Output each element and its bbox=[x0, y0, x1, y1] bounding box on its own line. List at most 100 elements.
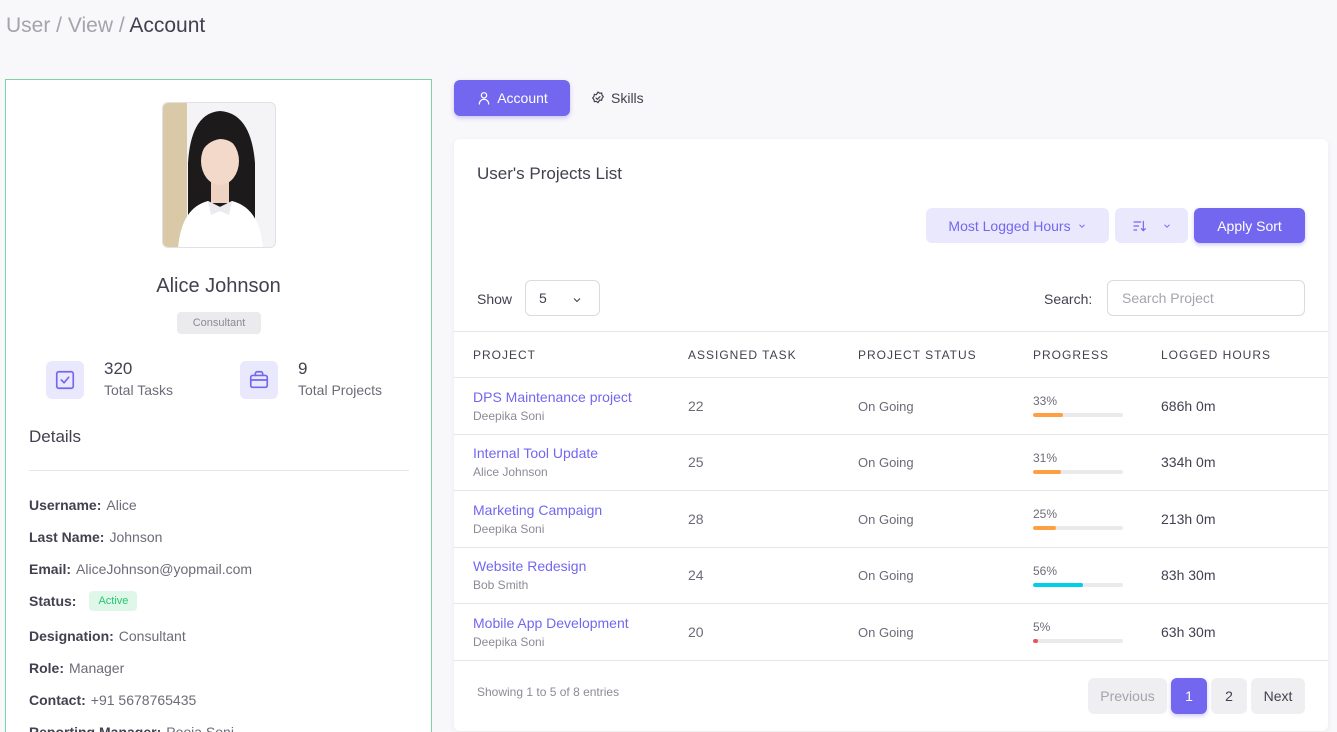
detail-key: Email: bbox=[29, 561, 72, 577]
pagination-next[interactable]: Next bbox=[1251, 678, 1305, 714]
col-progress[interactable]: PROGRESS bbox=[1033, 331, 1161, 378]
detail-key: Role: bbox=[29, 660, 64, 676]
role-badge: Consultant bbox=[177, 312, 261, 334]
projects-title: User's Projects List bbox=[477, 164, 622, 183]
search-input[interactable] bbox=[1107, 280, 1305, 316]
progress-bar bbox=[1033, 582, 1123, 587]
progress-percent: 25% bbox=[1033, 507, 1058, 522]
detail-key: Reporting Manager: bbox=[29, 724, 162, 732]
assigned-task-cell: 22 bbox=[688, 377, 858, 435]
user-name: Alice Johnson bbox=[156, 275, 281, 297]
detail-value: Johnson bbox=[109, 529, 163, 545]
logged-hours: 63h 30m bbox=[1161, 623, 1216, 640]
progress-percent: 31% bbox=[1033, 450, 1058, 465]
project-cell: Marketing Campaign Deepika Soni bbox=[454, 490, 688, 548]
project-status: On Going bbox=[858, 568, 914, 584]
status-cell: On Going bbox=[858, 547, 1033, 604]
progress-percent: 56% bbox=[1033, 563, 1058, 578]
pagination-page-2[interactable]: 2 bbox=[1211, 678, 1247, 714]
pagination-previous[interactable]: Previous bbox=[1088, 678, 1167, 714]
avatar-image bbox=[163, 103, 275, 247]
tab-account[interactable]: Account bbox=[454, 80, 570, 116]
project-name-link[interactable]: Marketing Campaign bbox=[473, 502, 688, 518]
detail-key: Contact: bbox=[29, 692, 86, 708]
logged-hours-cell: 63h 30m bbox=[1161, 603, 1328, 661]
project-cell: Internal Tool Update Alice Johnson bbox=[454, 434, 688, 491]
project-name-link[interactable]: DPS Maintenance project bbox=[473, 389, 688, 405]
project-owner: Deepika Soni bbox=[473, 634, 545, 649]
show-label: Show bbox=[477, 291, 513, 307]
project-cell: Website Redesign Bob Smith bbox=[454, 547, 688, 604]
project-status: On Going bbox=[858, 455, 914, 471]
apply-sort-button[interactable]: Apply Sort bbox=[1194, 208, 1305, 243]
chevron-down-icon bbox=[1078, 223, 1085, 228]
detail-username: Username: Alice bbox=[29, 497, 137, 513]
sort-direction-dropdown[interactable] bbox=[1115, 208, 1188, 243]
page-size-value: 5 bbox=[539, 290, 547, 306]
logged-hours-cell: 334h 0m bbox=[1161, 434, 1328, 491]
progress-cell: 56% bbox=[1033, 547, 1161, 604]
total-tasks-value: 320 bbox=[104, 359, 133, 378]
project-status: On Going bbox=[858, 624, 914, 640]
logged-hours: 83h 30m bbox=[1161, 567, 1216, 584]
col-assigned-task[interactable]: ASSIGNED TASK bbox=[688, 331, 858, 378]
assigned-task-cell: 20 bbox=[688, 603, 858, 661]
progress-cell: 25% bbox=[1033, 490, 1161, 548]
project-cell: Mobile App Development Deepika Soni bbox=[454, 603, 688, 661]
chevron-down-icon bbox=[1163, 223, 1170, 228]
details-divider bbox=[29, 470, 409, 471]
progress-bar bbox=[1033, 526, 1123, 531]
table-row: Marketing Campaign Deepika Soni 28 On Going… bbox=[454, 490, 1328, 548]
user-profile-card: Alice Johnson Consultant 320 Total Tasks… bbox=[5, 79, 432, 732]
status-cell: On Going bbox=[858, 603, 1033, 661]
detail-value: Consultant bbox=[118, 628, 186, 644]
pagination-page-1[interactable]: 1 bbox=[1171, 678, 1207, 714]
detail-value: AliceJohnson@yopmail.com bbox=[76, 561, 253, 577]
progress-fill bbox=[1033, 469, 1061, 474]
project-cell: DPS Maintenance project Deepika Soni bbox=[454, 377, 688, 435]
progress-bar bbox=[1033, 469, 1123, 474]
avatar bbox=[162, 102, 276, 248]
detail-contact: Contact: +91 5678765435 bbox=[29, 692, 196, 708]
tab-skills[interactable]: Skills bbox=[590, 80, 644, 116]
badge-icon bbox=[592, 91, 604, 104]
chevron-down-icon bbox=[573, 298, 581, 303]
entries-info: Showing 1 to 5 of 8 entries bbox=[477, 685, 620, 699]
logged-hours-cell: 83h 30m bbox=[1161, 547, 1328, 604]
detail-value: Alice bbox=[106, 497, 137, 513]
progress-percent: 5% bbox=[1033, 620, 1051, 635]
assigned-task-cell: 24 bbox=[688, 547, 858, 604]
breadcrumb-current: Account bbox=[129, 14, 206, 37]
project-owner: Deepika Soni bbox=[473, 521, 545, 536]
detail-designation: Designation: Consultant bbox=[29, 628, 186, 644]
project-name-link[interactable]: Internal Tool Update bbox=[473, 445, 688, 461]
projects-table: PROJECT ASSIGNED TASK PROJECT STATUS PRO… bbox=[454, 331, 1328, 661]
logged-hours-cell: 213h 0m bbox=[1161, 490, 1328, 548]
col-project-status[interactable]: PROJECT STATUS bbox=[858, 331, 1033, 378]
progress-fill bbox=[1033, 413, 1063, 418]
tab-skills-label: Skills bbox=[611, 90, 644, 106]
project-name-link[interactable]: Website Redesign bbox=[473, 558, 688, 574]
project-owner: Deepika Soni bbox=[473, 408, 545, 423]
breadcrumb-path: User / View / bbox=[6, 14, 130, 37]
project-status: On Going bbox=[858, 398, 914, 414]
project-status: On Going bbox=[858, 511, 914, 527]
status-badge: Active bbox=[89, 591, 138, 611]
logged-hours-cell: 686h 0m bbox=[1161, 377, 1328, 435]
detail-value: +91 5678765435 bbox=[90, 692, 197, 708]
project-owner: Bob Smith bbox=[473, 578, 529, 593]
user-icon bbox=[478, 92, 490, 105]
logged-hours: 686h 0m bbox=[1161, 397, 1216, 414]
status-cell: On Going bbox=[858, 434, 1033, 491]
progress-cell: 31% bbox=[1033, 434, 1161, 491]
progress-cell: 5% bbox=[1033, 603, 1161, 661]
page-size-select[interactable]: 5 bbox=[525, 280, 600, 316]
col-logged-hours[interactable]: LOGGED HOURS bbox=[1161, 331, 1328, 378]
detail-last-name: Last Name: Johnson bbox=[29, 529, 162, 545]
sort-field-dropdown[interactable]: Most Logged Hours bbox=[926, 208, 1109, 243]
project-name-link[interactable]: Mobile App Development bbox=[473, 615, 688, 631]
briefcase-icon bbox=[240, 361, 278, 399]
status-cell: On Going bbox=[858, 377, 1033, 435]
progress-fill bbox=[1033, 639, 1038, 644]
col-project[interactable]: PROJECT bbox=[454, 331, 688, 378]
